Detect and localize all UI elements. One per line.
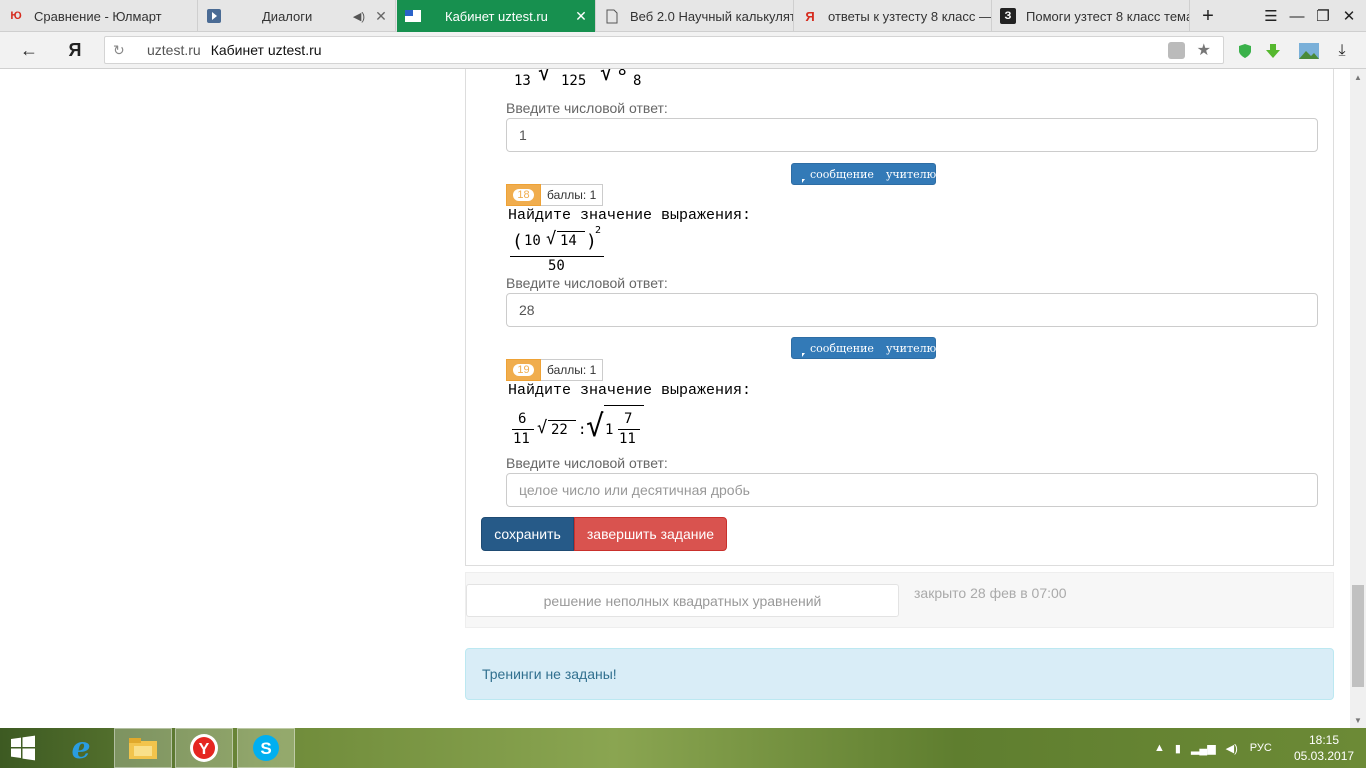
question-text: Найдите значение выражения: [508, 207, 752, 224]
tab-uztest[interactable]: Кабинет uztest.ru ✕ [397, 0, 596, 32]
answer-input-19[interactable]: целое число или десятичная дробь [506, 473, 1318, 507]
system-tray: ▲ ▮ ▂▄▆ ◀) РУС [1154, 728, 1272, 768]
page-scrollbar[interactable]: ▲ ▼ [1350, 69, 1366, 728]
answer-label: Введите числовой ответ: [506, 455, 668, 471]
answer-label: Введите числовой ответ: [506, 275, 668, 291]
bookmark-star-icon[interactable]: ★ [1197, 40, 1211, 60]
menu-icon[interactable]: ☰ [1258, 0, 1284, 32]
points-label: баллы: 1 [541, 184, 604, 206]
yulmart-icon: Ю [10, 10, 22, 22]
url-domain: uztest.ru [147, 42, 201, 58]
shield-icon[interactable] [1236, 32, 1254, 69]
tab-title: Сравнение - Юлмарт [34, 8, 162, 24]
tab-title: Кабинет uztest.ru [445, 8, 548, 24]
address-bar: ← Я ↻ uztest.ru Кабинет uztest.ru ★ ⤓ [0, 32, 1366, 69]
battery-icon[interactable]: ▮ [1175, 742, 1181, 755]
yandex-icon: Я [805, 8, 815, 24]
question-badge-18: 18 баллы: 1 [506, 184, 604, 206]
taskbar: e Y S ▲ ▮ ▂▄▆ ◀) РУС 18:15 05.03.2017 [0, 728, 1366, 768]
close-tab-icon[interactable]: ✕ [573, 8, 589, 25]
finish-task-button[interactable]: завершить задание [574, 517, 727, 551]
question-text: Найдите значение выражения: [508, 382, 752, 399]
clock-date: 05.03.2017 [1294, 749, 1355, 763]
url-page-title: Кабинет uztest.ru [210, 42, 322, 58]
language-indicator[interactable]: РУС [1250, 742, 1272, 754]
back-arrow-icon[interactable]: ← [14, 32, 44, 69]
taskbar-yandex-browser[interactable]: Y [175, 728, 233, 768]
save-button[interactable]: сохранить [481, 517, 574, 551]
folder-icon [129, 738, 157, 759]
new-tab-button[interactable]: + [1195, 0, 1221, 32]
tab-calculator[interactable]: Веб 2.0 Научный калькулятор [596, 0, 794, 32]
message-teacher-button[interactable]: сообщение учителю [791, 163, 936, 185]
tab-title: Веб 2.0 Научный калькулятор [630, 8, 793, 24]
svg-text:S: S [260, 739, 271, 758]
taskbar-explorer[interactable] [114, 728, 172, 768]
taskbar-skype[interactable]: S [237, 728, 295, 768]
znanija-icon: З [1000, 8, 1016, 24]
restore-button[interactable]: ❐ [1310, 0, 1336, 32]
download-extension-icon[interactable] [1264, 32, 1282, 69]
speaker-icon[interactable]: ◀) [353, 10, 365, 23]
scroll-down-arrow-icon[interactable]: ▼ [1350, 712, 1366, 728]
picture-extension-icon[interactable] [1298, 32, 1320, 69]
show-hidden-icons-icon[interactable]: ▲ [1154, 742, 1165, 754]
tab-strip: Ю Сравнение - Юлмарт Диалоги ◀) ✕ Кабине… [0, 0, 1366, 32]
scrollbar-thumb[interactable] [1352, 585, 1364, 687]
clock-time: 18:15 [1308, 733, 1340, 747]
close-tab-icon[interactable]: ✕ [373, 8, 389, 25]
tab-yulmart[interactable]: Ю Сравнение - Юлмарт [0, 0, 198, 32]
tab-title: ответы к узтесту 8 класс — [828, 8, 991, 24]
question-number: 19 [513, 364, 534, 376]
internet-explorer-icon: e [71, 730, 91, 766]
closed-task-status: закрыто 28 фев в 07:00 [914, 585, 1067, 601]
volume-icon[interactable]: ◀) [1226, 742, 1238, 755]
minimize-button[interactable]: — [1284, 0, 1310, 32]
vk-video-icon [206, 8, 222, 24]
windows-logo-icon [11, 735, 35, 761]
yandex-browser-icon: Y [190, 734, 218, 762]
message-teacher-button[interactable]: сообщение учителю [791, 337, 936, 359]
close-window-button[interactable]: ✕ [1336, 0, 1362, 32]
start-button[interactable] [0, 728, 46, 768]
taskbar-ie[interactable]: e [52, 728, 110, 768]
yandex-logo[interactable]: Я [62, 32, 88, 69]
question-number: 18 [513, 189, 534, 201]
answer-label: Введите числовой ответ: [506, 100, 668, 116]
page-content: 13 √ 125 √ 8 8 Введите числовой ответ: 1… [0, 69, 1350, 728]
network-signal-icon[interactable]: ▂▄▆ [1191, 742, 1216, 755]
answer-input-18[interactable]: 28 [506, 293, 1318, 327]
downloads-icon[interactable]: ⤓ [1332, 32, 1352, 69]
document-icon [604, 8, 620, 24]
points-label: баллы: 1 [541, 359, 604, 381]
tab-yandex-search[interactable]: Я ответы к узтесту 8 класс — [794, 0, 992, 32]
trainings-alert: Тренинги не заданы! [465, 648, 1334, 700]
url-field[interactable]: ↻ uztest.ru Кабинет uztest.ru ★ [104, 36, 1224, 64]
protect-icon[interactable] [1168, 42, 1185, 59]
svg-text:Y: Y [199, 741, 210, 758]
clock[interactable]: 18:15 05.03.2017 [1294, 732, 1354, 764]
scroll-up-arrow-icon[interactable]: ▲ [1350, 69, 1366, 85]
closed-task-button[interactable]: решение неполных квадратных уравнений [466, 584, 899, 617]
uztest-icon [405, 8, 421, 24]
tab-title: Помоги узтест 8 класс тема [1026, 8, 1189, 24]
reload-icon[interactable]: ↻ [113, 42, 125, 59]
question-badge-19: 19 баллы: 1 [506, 359, 604, 381]
tab-dialogs[interactable]: Диалоги ◀) ✕ [198, 0, 396, 32]
tab-znanija[interactable]: З Помоги узтест 8 класс тема [992, 0, 1190, 32]
answer-input-17[interactable]: 1 [506, 118, 1318, 152]
tab-title: Диалоги [262, 8, 313, 24]
skype-icon: S [253, 735, 279, 761]
